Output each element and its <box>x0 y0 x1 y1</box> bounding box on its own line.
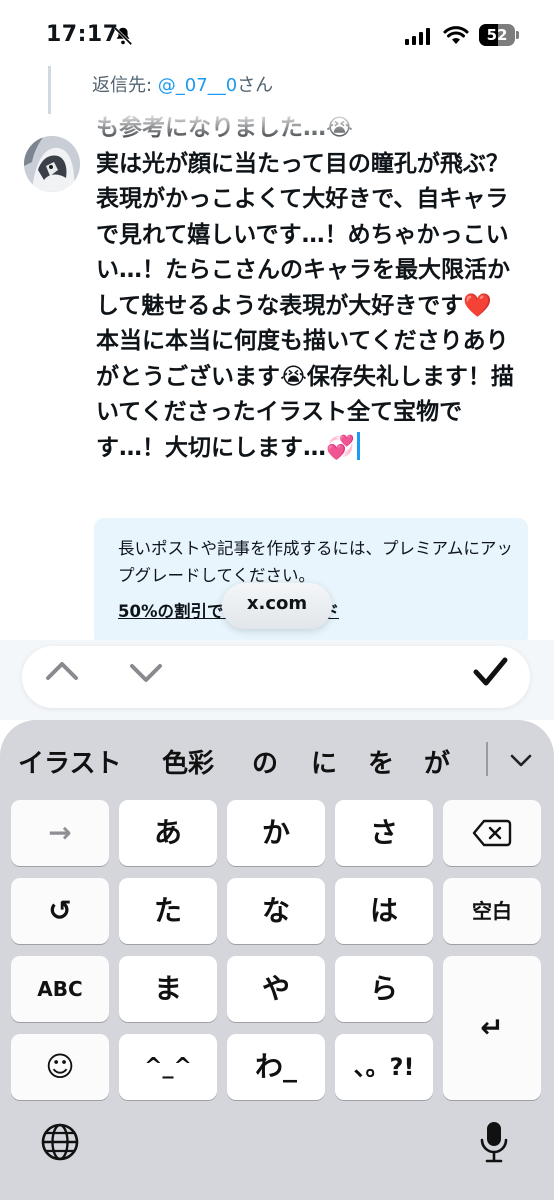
key-ha[interactable]: は <box>335 878 433 944</box>
key-punctuation[interactable]: 、。?! <box>335 1034 433 1100</box>
post-line: 本当に本当に何度も描いてくださりありがとうございます😭保存失礼します！描いてくだ… <box>96 324 528 466</box>
backspace-key[interactable] <box>443 800 541 866</box>
candidate-word[interactable]: 色彩 <box>162 743 214 780</box>
chevron-down-icon[interactable] <box>126 652 166 692</box>
key-arrow-right[interactable]: → <box>11 800 109 866</box>
candidate-divider <box>486 742 488 776</box>
premium-message: 長いポストや記事を作成するには、プレミアムにアップグレードしてください。 <box>118 539 513 585</box>
chevron-up-icon[interactable] <box>42 652 82 692</box>
key-emoji[interactable]: ☺ <box>11 1034 109 1100</box>
candidate-word[interactable]: を <box>368 743 394 780</box>
battery-icon: 52 <box>479 24 515 46</box>
avatar[interactable] <box>24 136 80 192</box>
reply-suffix: さん <box>237 75 274 96</box>
signal-icon <box>405 28 433 45</box>
key-kaomoji[interactable]: ^_^ <box>119 1034 217 1100</box>
key-na[interactable]: な <box>227 878 325 944</box>
candidate-word[interactable]: に <box>311 743 337 780</box>
candidate-word[interactable]: イラスト <box>18 743 121 780</box>
battery-level: 52 <box>486 26 508 44</box>
scroll-fade <box>90 110 530 140</box>
text-cursor <box>356 431 360 460</box>
status-time: 17:17 <box>46 22 119 47</box>
avatar-image <box>24 136 80 192</box>
microphone-icon[interactable] <box>478 1120 510 1166</box>
key-wa[interactable]: わ_ <box>227 1034 325 1100</box>
key-ma[interactable]: ま <box>119 956 217 1022</box>
thread-line <box>48 66 51 114</box>
key-ya[interactable]: や <box>227 956 325 1022</box>
input-accessory-bar <box>22 646 530 708</box>
key-ta[interactable]: た <box>119 878 217 944</box>
key-undo[interactable]: ↺ <box>11 878 109 944</box>
reply-prefix: 返信先: <box>92 75 158 96</box>
reply-to-label[interactable]: 返信先: @_07__0さん <box>92 71 273 97</box>
reply-handle[interactable]: @_07__0 <box>158 75 237 96</box>
url-pill[interactable]: x.com <box>222 583 332 629</box>
checkmark-icon[interactable] <box>470 652 510 692</box>
wifi-icon <box>443 26 469 44</box>
key-sa[interactable]: さ <box>335 800 433 866</box>
key-a[interactable]: あ <box>119 800 217 866</box>
chevron-down-icon[interactable] <box>507 748 535 772</box>
key-abc[interactable]: ABC <box>11 956 109 1022</box>
space-key[interactable]: 空白 <box>443 878 541 944</box>
post-line: 実は光が顔に当たって目の瞳孔が飛ぶ？表現がかっこよくて大好きで、自キャラで見れて… <box>96 150 510 319</box>
candidate-word[interactable]: の <box>252 743 278 780</box>
backspace-icon <box>472 819 512 847</box>
globe-icon[interactable] <box>40 1122 80 1162</box>
bell-slash-icon <box>113 26 133 46</box>
key-ka[interactable]: か <box>227 800 325 866</box>
candidate-word[interactable]: が <box>424 743 450 780</box>
post-line-text: 本当に本当に何度も描いてくださりありがとうございます😭保存失礼します！描いてくだ… <box>96 328 514 461</box>
battery-nub <box>516 31 519 39</box>
post-text-area[interactable]: も参考になりました…😭 実は光が顔に当たって目の瞳孔が飛ぶ？表現がかっこよくて大… <box>96 111 528 501</box>
return-key[interactable]: ↵ <box>443 956 541 1100</box>
key-ra[interactable]: ら <box>335 956 433 1022</box>
